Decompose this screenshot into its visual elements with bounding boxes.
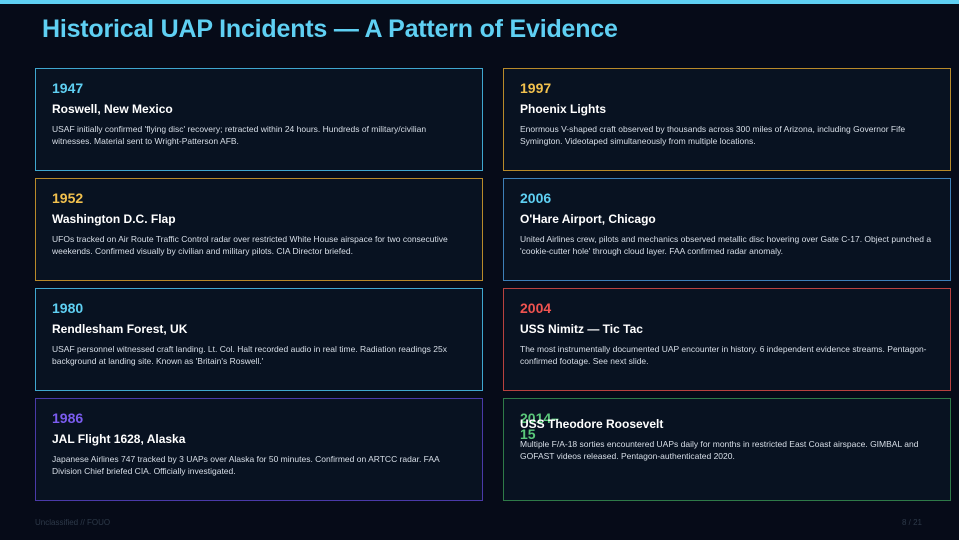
incident-year: 1997 <box>520 80 552 96</box>
incident-description: The most instrumentally documented UAP e… <box>520 344 927 366</box>
incident-year: 1947 <box>52 80 84 96</box>
page-title: Historical UAP Incidents — A Pattern of … <box>42 15 618 43</box>
incident-year: 2006 <box>520 190 552 206</box>
incident-card-roswell: 1947 Roswell, New Mexico USAF initially … <box>35 68 483 171</box>
incident-place: JAL Flight 1628, Alaska <box>52 432 186 446</box>
incident-year: 1986 <box>52 410 84 426</box>
incident-description: United Airlines crew, pilots and mechani… <box>520 234 932 256</box>
page-number: 8 / 21 <box>901 518 922 527</box>
incident-place: USS Theodore Roosevelt <box>520 417 664 431</box>
incident-card-nimitz: 2004 USS Nimitz — Tic Tac The most instr… <box>503 288 951 391</box>
incident-card-theodore-roosevelt: 2014–15 USS Theodore Roosevelt Multiple … <box>503 398 951 501</box>
incident-card-phoenix-lights: 1997 Phoenix Lights Enormous V-shaped cr… <box>503 68 951 171</box>
incident-place: Roswell, New Mexico <box>52 102 173 116</box>
incident-card-ohare: 2006 O'Hare Airport, Chicago United Airl… <box>503 178 951 281</box>
incident-description: Japanese Airlines 747 tracked by 3 UAPs … <box>52 454 440 476</box>
incident-year: 2004 <box>520 300 552 316</box>
incident-card-rendlesham: 1980 Rendlesham Forest, UK USAF personne… <box>35 288 483 391</box>
incident-card-jal-1628: 1986 JAL Flight 1628, Alaska Japanese Ai… <box>35 398 483 501</box>
incident-year: 1952 <box>52 190 84 206</box>
incident-place: USS Nimitz — Tic Tac <box>520 322 643 336</box>
incident-place: Washington D.C. Flap <box>52 212 176 226</box>
classification-label: Unclassified // FOUO <box>35 518 111 527</box>
incident-year: 1980 <box>52 300 84 316</box>
incident-description: UFOs tracked on Air Route Traffic Contro… <box>52 234 448 256</box>
incident-description: USAF personnel witnessed craft landing. … <box>52 344 447 366</box>
top-accent-bar <box>0 0 959 4</box>
incident-card-washington-flap: 1952 Washington D.C. Flap UFOs tracked o… <box>35 178 483 281</box>
incident-grid: 1947 Roswell, New Mexico USAF initially … <box>35 68 951 501</box>
incident-place: Rendlesham Forest, UK <box>52 322 188 336</box>
incident-description: Multiple F/A-18 sorties encountered UAPs… <box>520 439 919 461</box>
incident-description: Enormous V-shaped craft observed by thou… <box>520 124 906 146</box>
incident-description: USAF initially confirmed 'flying disc' r… <box>52 124 427 146</box>
incident-place: Phoenix Lights <box>520 102 607 116</box>
incident-place: O'Hare Airport, Chicago <box>520 212 656 226</box>
